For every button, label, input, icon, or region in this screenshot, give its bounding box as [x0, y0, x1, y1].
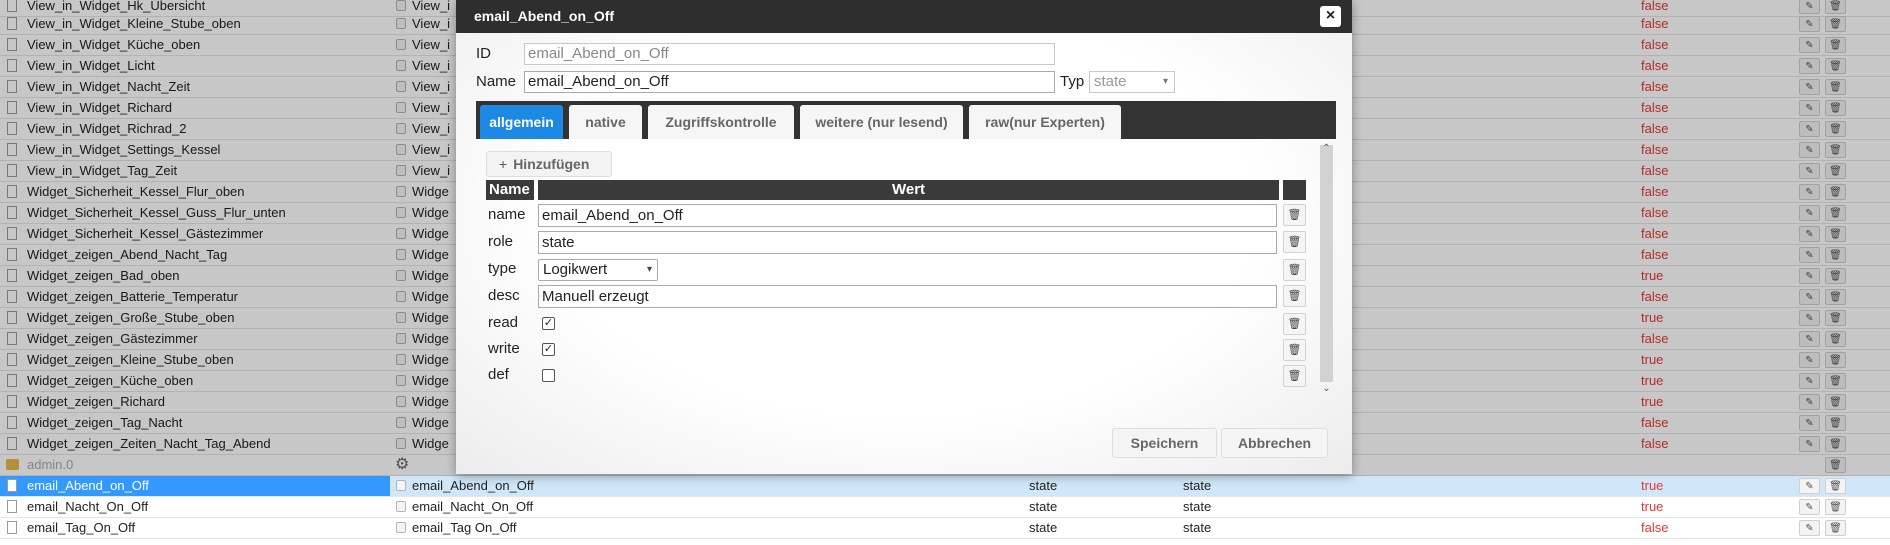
table-row[interactable]: email_Tag_On_Off email_Tag On_Off state sta… — [0, 518, 1890, 539]
prop-desc-input[interactable]: Manuell erzeugt — [538, 285, 1277, 308]
row-value[interactable]: false — [1641, 518, 1721, 538]
prop-name-label: name — [488, 206, 526, 223]
dialog-titlebar: email_Abend_on_Off × — [456, 0, 1352, 33]
chevron-down-icon: ▾ — [1162, 76, 1168, 87]
trash-icon[interactable]: 🗑 — [1825, 520, 1846, 536]
trash-icon[interactable]: 🗑 — [1283, 313, 1306, 335]
save-button[interactable]: Speichern — [1112, 428, 1217, 458]
header-name: Name — [486, 180, 534, 200]
row-name: email_Tag_On_Off — [0, 518, 390, 538]
row-value[interactable]: true — [1641, 476, 1721, 496]
name-field[interactable]: email_Abend_on_Off — [524, 71, 1055, 93]
add-property-label: Hinzufügen — [513, 156, 590, 172]
prop-name-input[interactable]: email_Abend_on_Off — [538, 204, 1277, 227]
pencil-icon[interactable]: ✎ — [1799, 499, 1820, 515]
scroll-up-icon[interactable]: ⌃ — [1320, 143, 1333, 155]
tab-weitere[interactable]: weitere (nur lesend) — [800, 105, 963, 139]
row-name-text: email_Tag_On_Off — [27, 520, 136, 535]
tab-raw[interactable]: raw(nur Experten) — [969, 105, 1121, 139]
typ-select-value: state — [1094, 73, 1127, 90]
def-checkbox[interactable] — [542, 369, 555, 382]
row-id: email_Abend_on_Off — [393, 476, 613, 496]
read-checkbox[interactable]: ✓ — [542, 317, 555, 330]
trash-icon[interactable]: 🗑 — [1283, 339, 1306, 361]
add-property-button[interactable]: + Hinzufügen — [486, 151, 612, 177]
cancel-button[interactable]: Abbrechen — [1221, 428, 1328, 458]
pencil-icon[interactable]: ✎ — [1799, 478, 1820, 494]
trash-icon[interactable]: 🗑 — [1283, 231, 1306, 253]
row-id: email_Tag On_Off — [393, 518, 613, 538]
row-type: state — [1183, 499, 1212, 514]
prop-role-label: role — [488, 233, 514, 250]
pencil-icon[interactable]: ✎ — [1799, 520, 1820, 536]
plus-icon: + — [499, 156, 508, 172]
trash-icon[interactable]: 🗑 — [1283, 285, 1306, 307]
file-icon — [7, 521, 17, 534]
row-type: state — [1183, 520, 1212, 535]
prop-desc-label: desc — [488, 287, 520, 304]
prop-type-value: Logikwert — [543, 261, 608, 278]
prop-type-select[interactable]: Logikwert ▾ — [538, 259, 658, 281]
prop-role-input[interactable]: state — [538, 231, 1277, 254]
scrollbar[interactable] — [1320, 145, 1333, 382]
row-id-text: email_Abend_on_Off — [412, 478, 534, 493]
row-role: state — [1029, 499, 1058, 514]
row-name-text: email_Abend_on_Off — [27, 478, 149, 493]
row-type: state — [1183, 478, 1212, 493]
row-id-text: email_Tag On_Off — [412, 520, 517, 535]
trash-icon[interactable]: 🗑 — [1283, 204, 1306, 226]
tab-allgemein[interactable]: allgemein — [480, 105, 563, 139]
trash-icon[interactable]: 🗑 — [1283, 259, 1306, 281]
trash-icon[interactable]: 🗑 — [1825, 478, 1846, 494]
chevron-down-icon: ▾ — [646, 264, 652, 275]
close-icon[interactable]: × — [1320, 6, 1341, 27]
row-role: state — [1029, 520, 1058, 535]
file-icon — [7, 479, 17, 492]
state-icon — [396, 480, 406, 491]
prop-read-label: read — [488, 314, 519, 331]
tab-zugriffskontrolle[interactable]: Zugriffskontrolle — [648, 105, 794, 139]
header-value: Wert — [538, 180, 1279, 200]
state-icon — [396, 522, 406, 533]
typ-select[interactable]: state ▾ — [1089, 71, 1175, 93]
prop-def-label: def — [488, 366, 509, 383]
edit-object-dialog: email_Abend_on_Off × ID email_Abend_on_O… — [456, 0, 1352, 474]
state-icon — [396, 501, 406, 512]
id-label: ID — [476, 45, 491, 62]
dialog-title: email_Abend_on_Off — [474, 8, 615, 24]
table-row[interactable]: email_Nacht_On_Off email_Nacht_On_Off stat… — [0, 497, 1890, 518]
tab-bar: allgemein native Zugriffskontrolle weite… — [476, 101, 1336, 139]
trash-icon[interactable]: 🗑 — [1283, 365, 1306, 387]
row-id-text: email_Nacht_On_Off — [412, 499, 534, 514]
tab-native[interactable]: native — [569, 105, 642, 139]
row-id: email_Nacht_On_Off — [393, 497, 613, 517]
row-value[interactable]: true — [1641, 497, 1721, 517]
prop-write-label: write — [488, 340, 520, 357]
row-name: email_Nacht_On_Off — [0, 497, 390, 517]
name-label: Name — [476, 73, 517, 90]
trash-icon[interactable]: 🗑 — [1825, 499, 1846, 515]
file-icon — [7, 500, 17, 513]
row-name-text: email_Nacht_On_Off — [27, 499, 149, 514]
header-actions — [1283, 180, 1306, 200]
prop-type-label: type — [488, 260, 517, 277]
id-field: email_Abend_on_Off — [524, 43, 1055, 65]
typ-label: Typ — [1060, 73, 1085, 90]
row-name: email_Abend_on_Off — [0, 476, 390, 496]
write-checkbox[interactable]: ✓ — [542, 343, 555, 356]
scroll-down-icon[interactable]: ⌄ — [1320, 383, 1333, 395]
row-role: state — [1029, 478, 1058, 493]
table-row[interactable]: email_Abend_on_Off email_Abend_on_Off stat… — [0, 476, 1890, 497]
